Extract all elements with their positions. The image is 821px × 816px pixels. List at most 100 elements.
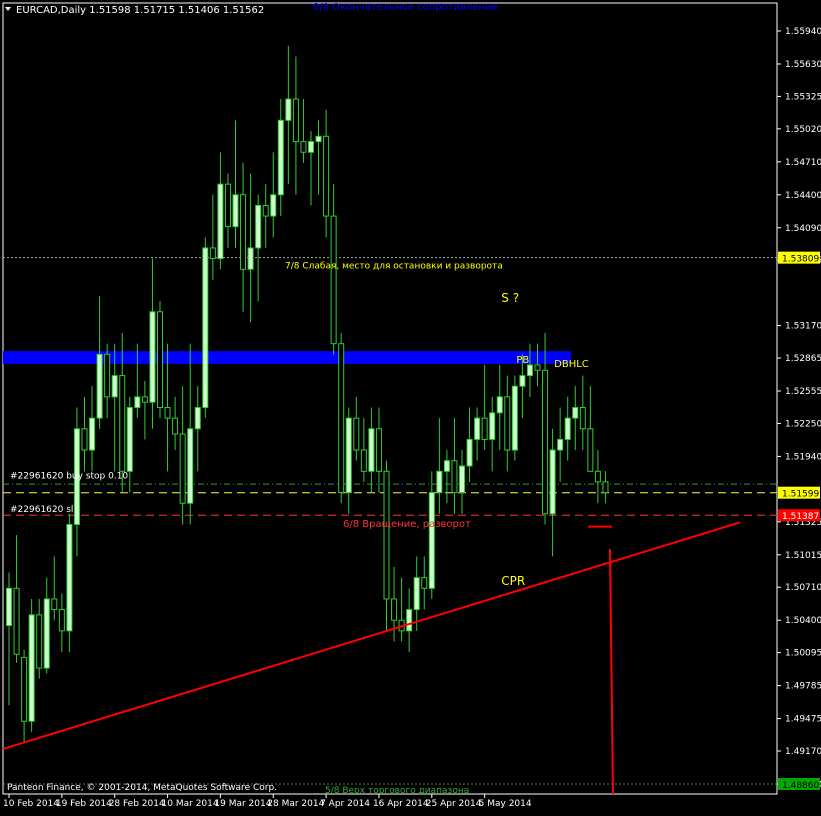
candle-body[interactable] bbox=[557, 438, 564, 451]
candle-body[interactable] bbox=[13, 587, 20, 655]
candle-body[interactable] bbox=[534, 364, 541, 371]
candle-body[interactable] bbox=[172, 417, 179, 435]
candle-body[interactable] bbox=[338, 343, 345, 494]
candle-body[interactable] bbox=[28, 614, 35, 722]
candle-body[interactable] bbox=[330, 215, 337, 345]
candle-body[interactable] bbox=[383, 470, 390, 600]
candle-body[interactable] bbox=[315, 135, 322, 143]
candle-body[interactable] bbox=[285, 98, 292, 121]
candle-body[interactable] bbox=[602, 481, 609, 494]
candle-body[interactable] bbox=[413, 577, 420, 611]
candle-body[interactable] bbox=[89, 417, 96, 451]
candle-body[interactable] bbox=[270, 194, 277, 217]
price-box-label: 1.48860 bbox=[782, 781, 819, 791]
candle-body[interactable] bbox=[481, 417, 488, 440]
candle-body[interactable] bbox=[224, 183, 231, 228]
candle-body[interactable] bbox=[300, 141, 307, 153]
candle-body[interactable] bbox=[247, 247, 254, 270]
candle-body[interactable] bbox=[572, 407, 579, 419]
price-box-label: 1.53809 bbox=[782, 255, 819, 265]
candle-body[interactable] bbox=[579, 407, 586, 430]
candle-body[interactable] bbox=[587, 428, 594, 472]
y-tick-label: 1.51015 bbox=[785, 551, 821, 561]
candle-body[interactable] bbox=[353, 417, 360, 451]
candle-body[interactable] bbox=[262, 204, 269, 217]
y-tick-label: 1.55020 bbox=[785, 125, 821, 135]
candle-body[interactable] bbox=[489, 412, 496, 440]
candle-body[interactable] bbox=[428, 492, 435, 589]
candle-body[interactable] bbox=[504, 396, 511, 451]
candle-body[interactable] bbox=[292, 98, 299, 143]
y-tick-label: 1.52555 bbox=[785, 387, 821, 397]
candle-body[interactable] bbox=[496, 396, 503, 414]
x-tick-label: 10 Mar 2014 bbox=[162, 799, 219, 809]
candle-body[interactable] bbox=[111, 375, 118, 398]
candle-body[interactable] bbox=[451, 460, 458, 494]
candle-body[interactable] bbox=[164, 407, 171, 419]
candle-body[interactable] bbox=[459, 465, 465, 494]
y-tick-label: 1.49475 bbox=[785, 715, 821, 725]
y-tick-label: 1.50400 bbox=[785, 616, 821, 626]
y-tick-label: 1.54710 bbox=[785, 158, 821, 168]
candle-body[interactable] bbox=[134, 396, 141, 409]
candle-body[interactable] bbox=[36, 614, 43, 669]
y-tick-label: 1.49785 bbox=[785, 682, 821, 692]
candle-body[interactable] bbox=[51, 598, 58, 611]
candle-body[interactable] bbox=[209, 247, 216, 260]
candle-body[interactable] bbox=[6, 587, 12, 627]
copyright-text: Panteon Finance, © 2001-2014, MetaQuotes… bbox=[7, 783, 277, 793]
candle-body[interactable] bbox=[443, 460, 450, 472]
y-tick-label: 1.54400 bbox=[785, 191, 821, 201]
candlestick-chart[interactable]: 1.55940 1.55630 1.55325 1.55020 1.54710 1.544… bbox=[0, 0, 821, 812]
candle-body[interactable] bbox=[217, 183, 224, 260]
candle-body[interactable] bbox=[360, 449, 367, 472]
candle-body[interactable] bbox=[375, 428, 382, 472]
candle-body[interactable] bbox=[187, 428, 194, 504]
candle-body[interactable] bbox=[43, 598, 50, 669]
resistance-zone[interactable] bbox=[3, 351, 571, 364]
chart-window[interactable]: 1.55940 1.55630 1.55325 1.55020 1.54710 1.544… bbox=[0, 0, 821, 812]
top-level-label: 8/8 Окончательное сопротивление bbox=[313, 2, 498, 13]
candle-body[interactable] bbox=[406, 609, 413, 632]
candle-body[interactable] bbox=[308, 141, 314, 153]
candle-body[interactable] bbox=[119, 375, 126, 472]
x-tick-label: 19 Mar 2014 bbox=[214, 799, 271, 809]
candle-body[interactable] bbox=[149, 311, 156, 403]
candle-body[interactable] bbox=[564, 417, 571, 440]
candle-body[interactable] bbox=[81, 428, 88, 451]
candle-body[interactable] bbox=[179, 433, 186, 504]
candle-body[interactable] bbox=[126, 407, 133, 472]
candle-body[interactable] bbox=[104, 353, 111, 398]
candle-body[interactable] bbox=[391, 598, 398, 621]
candle-body[interactable] bbox=[66, 523, 73, 632]
candle-body[interactable] bbox=[511, 385, 518, 451]
y-tick-label: 1.50095 bbox=[785, 649, 821, 659]
candle-body[interactable] bbox=[96, 353, 103, 419]
candle-body[interactable] bbox=[277, 119, 284, 196]
y-tick-label: 1.50710 bbox=[785, 583, 821, 593]
x-tick-label: 25 Apr 2014 bbox=[426, 799, 482, 809]
candle-body[interactable] bbox=[474, 417, 481, 440]
candle-body[interactable] bbox=[542, 369, 549, 515]
candle-body[interactable] bbox=[594, 470, 601, 483]
candle-body[interactable] bbox=[368, 428, 375, 472]
candle-body[interactable] bbox=[255, 204, 262, 249]
candle-body[interactable] bbox=[421, 577, 428, 589]
candle-body[interactable] bbox=[240, 194, 247, 270]
candle-body[interactable] bbox=[466, 438, 473, 467]
candle-body[interactable] bbox=[58, 609, 65, 632]
candle-body[interactable] bbox=[141, 396, 148, 403]
candle-body[interactable] bbox=[345, 417, 352, 494]
candle-body[interactable] bbox=[232, 194, 239, 228]
candle-body[interactable] bbox=[157, 311, 163, 408]
candle-body[interactable] bbox=[519, 375, 526, 387]
candle-body[interactable] bbox=[202, 247, 209, 408]
candle-body[interactable] bbox=[526, 364, 533, 377]
candle-body[interactable] bbox=[21, 656, 28, 722]
candle-body[interactable] bbox=[323, 135, 330, 217]
annotation-cpr: CPR bbox=[501, 574, 525, 588]
candle-body[interactable] bbox=[436, 470, 443, 494]
candle-body[interactable] bbox=[549, 449, 556, 515]
price-box-label: 1.51387 bbox=[782, 512, 819, 522]
candle-body[interactable] bbox=[194, 407, 201, 430]
